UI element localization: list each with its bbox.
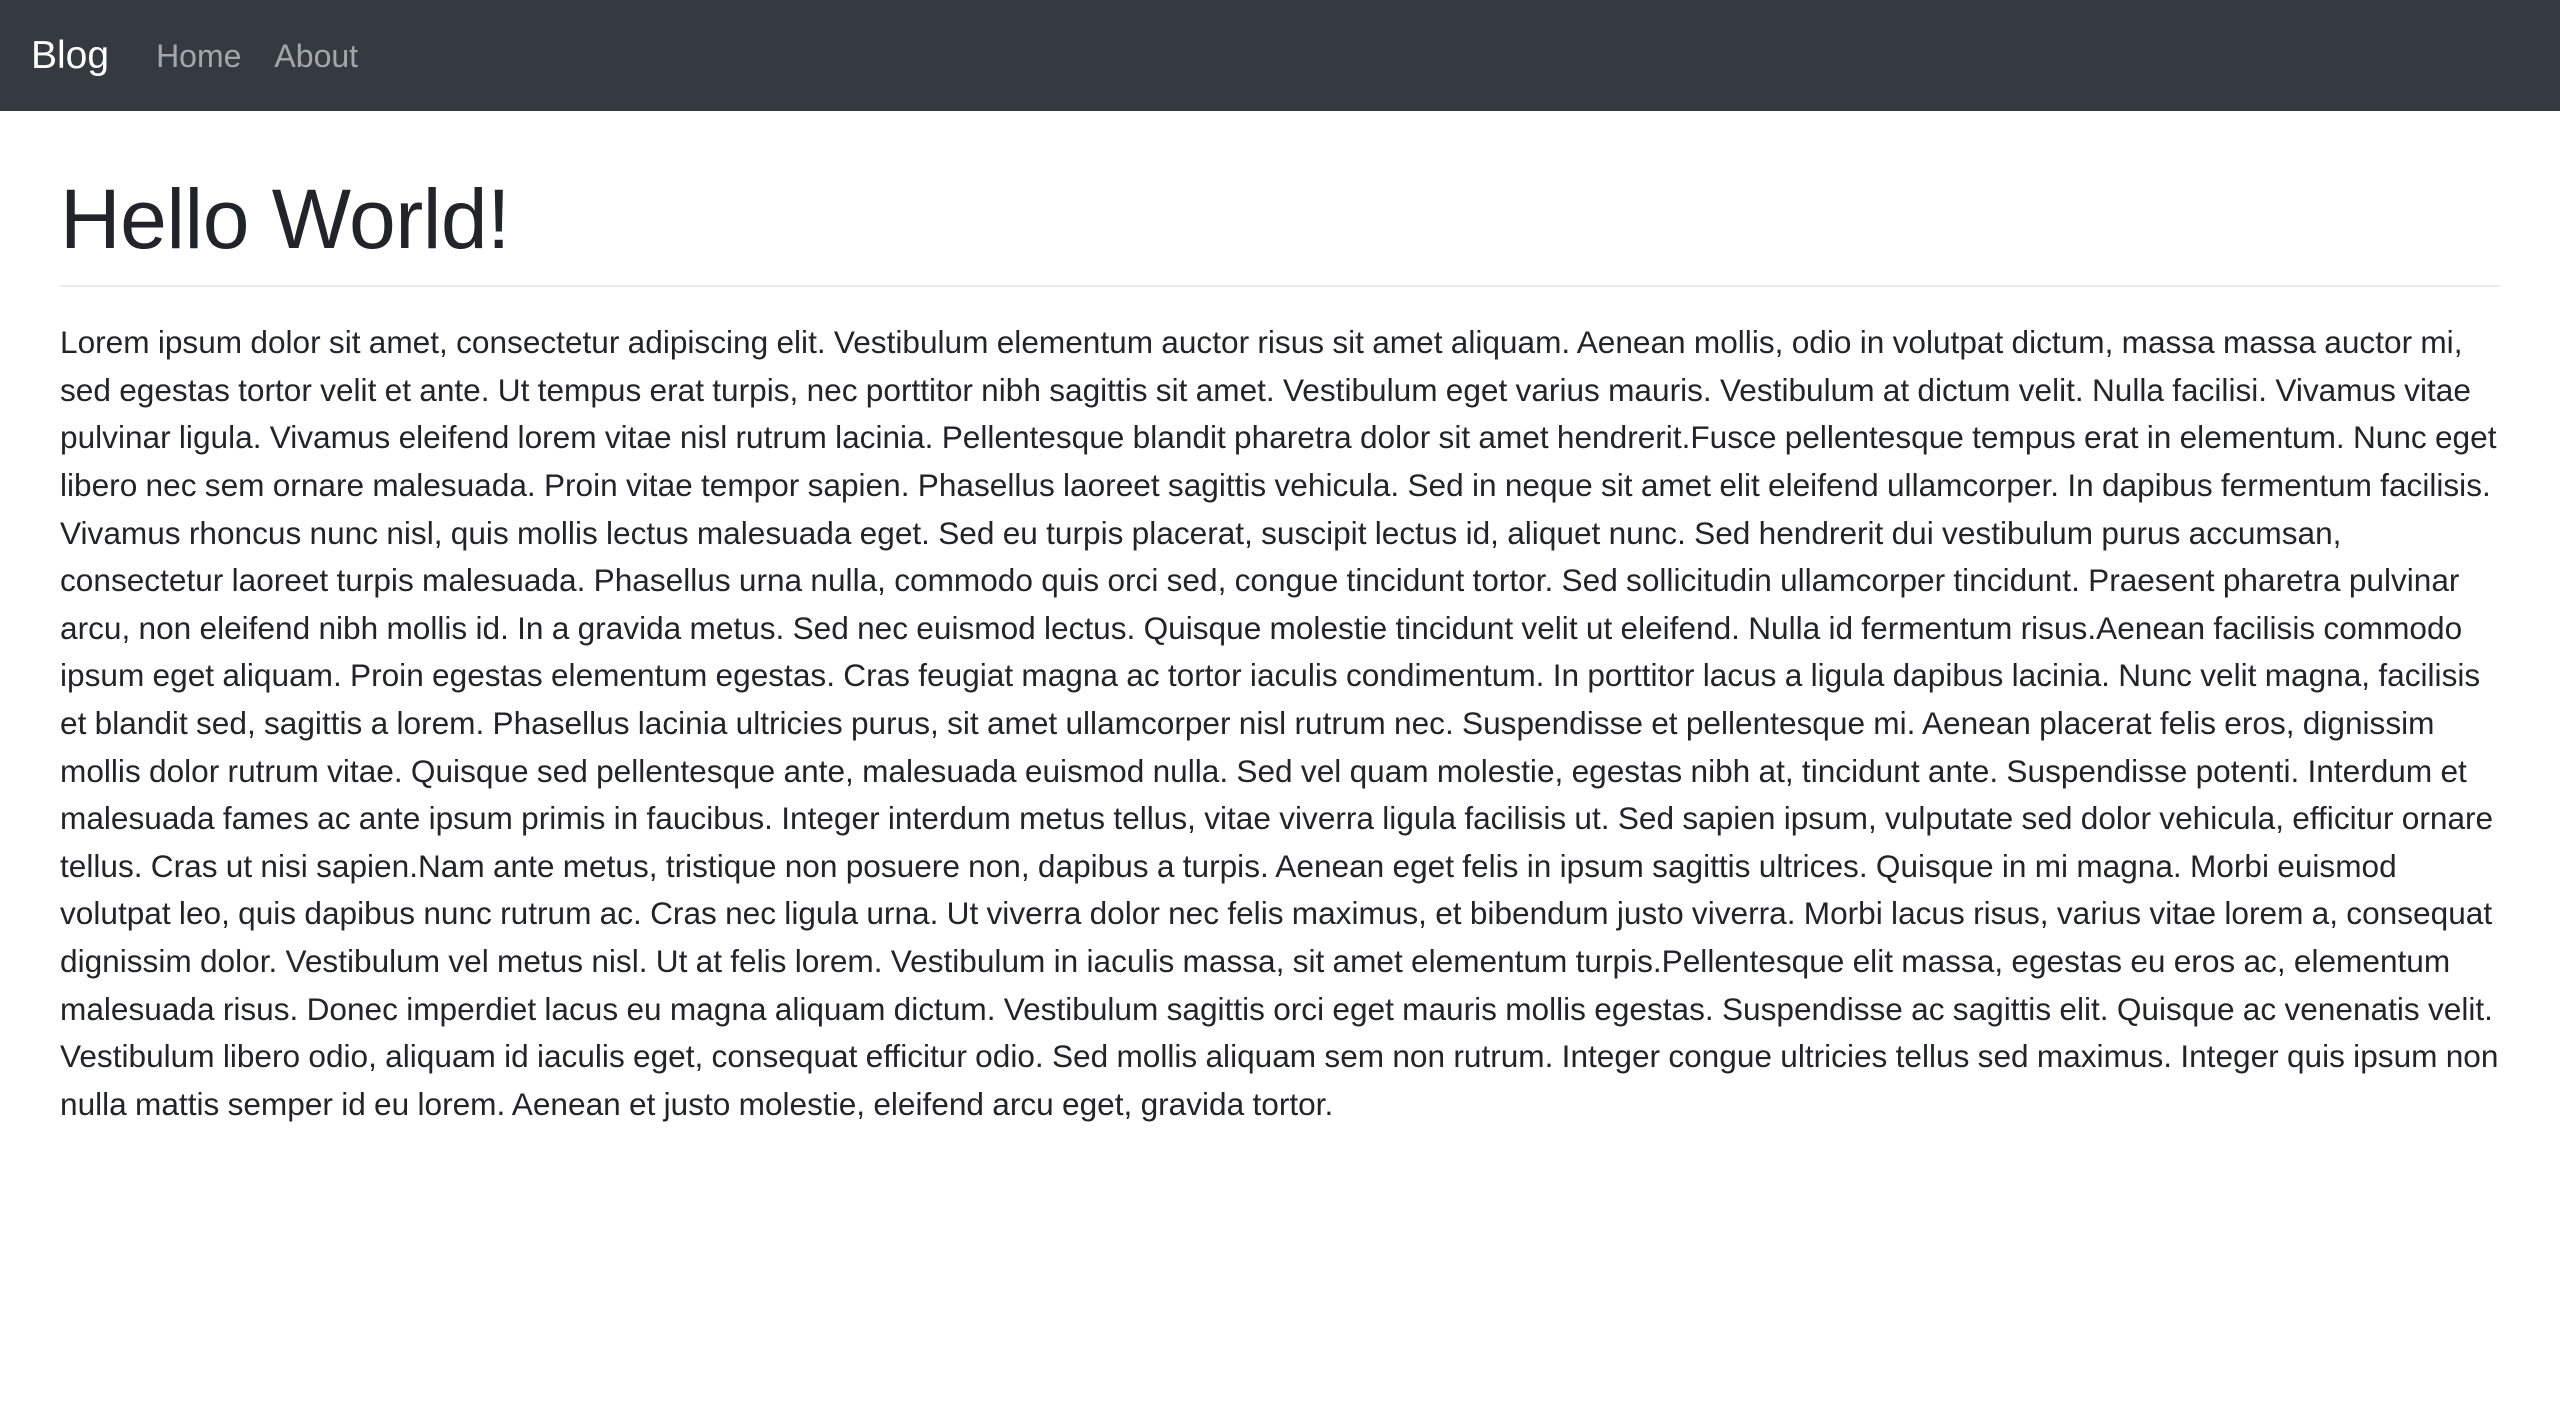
- post-body: Lorem ipsum dolor sit amet, consectetur …: [60, 324, 2499, 1122]
- nav-link-about[interactable]: About: [274, 40, 358, 72]
- navbar: Blog Home About: [0, 0, 2560, 111]
- page-title: Hello World!: [60, 172, 510, 266]
- title-divider: [60, 285, 2500, 288]
- brand-link[interactable]: Blog: [31, 36, 109, 75]
- nav-link-home[interactable]: Home: [156, 40, 241, 72]
- main-content: Hello World! Lorem ipsum dolor sit amet,…: [60, 111, 2500, 1128]
